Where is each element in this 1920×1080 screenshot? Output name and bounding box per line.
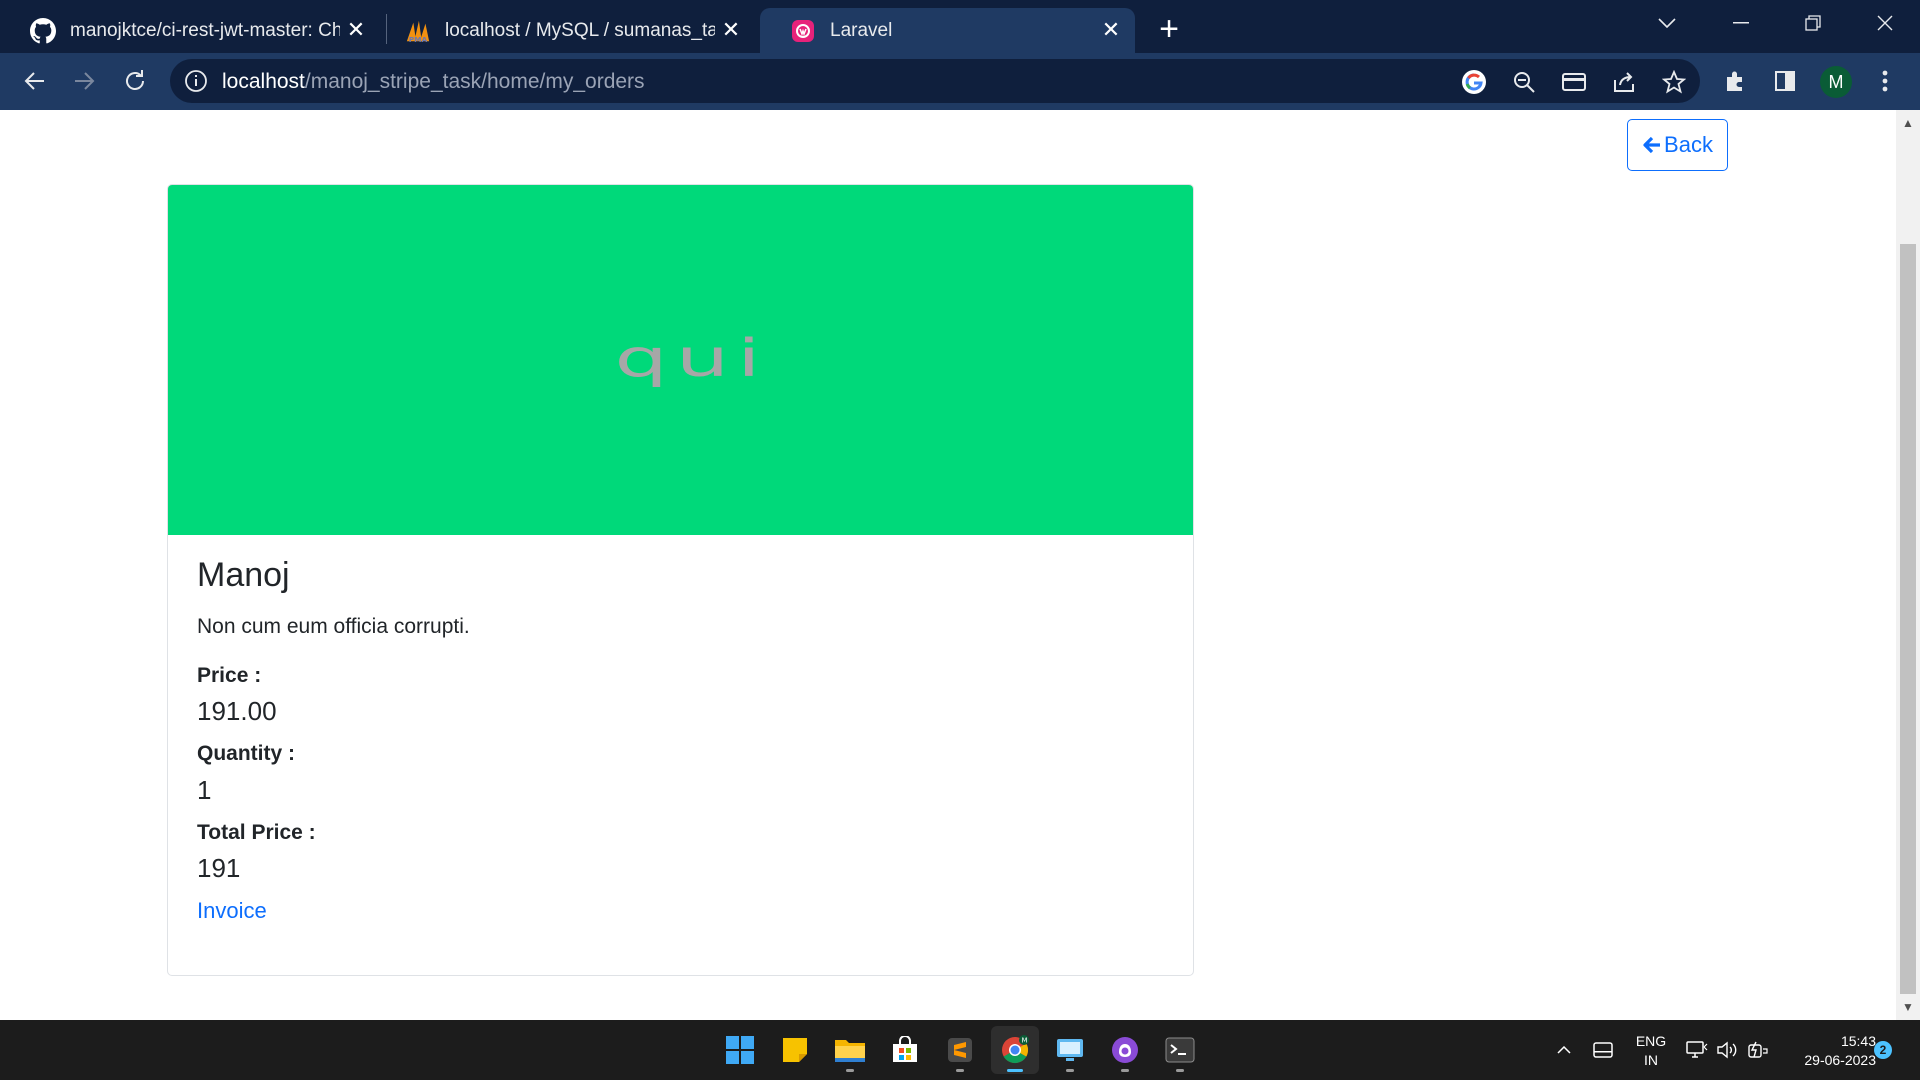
file-explorer-icon[interactable] (826, 1026, 874, 1074)
card-title: Manoj (197, 556, 290, 594)
notification-badge[interactable]: 2 (1874, 1041, 1892, 1059)
github-desktop-icon[interactable] (1101, 1026, 1149, 1074)
site-info-icon[interactable] (184, 69, 208, 93)
card-body: Manoj Non cum eum officia corrupti. Pric… (197, 555, 1157, 924)
running-indicator (1176, 1069, 1184, 1072)
arrow-left-icon (1643, 136, 1661, 154)
price-value: 191.00 (197, 696, 277, 727)
tab-close-button[interactable]: ✕ (719, 17, 743, 42)
quantity-value: 1 (197, 774, 212, 805)
tab-github[interactable]: manojktce/ci-rest-jwt-master: Ch ✕ (0, 8, 380, 53)
running-indicator (956, 1069, 964, 1072)
close-window-button[interactable] (1850, 0, 1920, 46)
tab-label: Laravel (830, 19, 893, 41)
quantity-label: Quantity : (197, 742, 295, 766)
minimize-button[interactable] (1706, 0, 1776, 46)
browser-toolbar: localhost/manoj_stripe_task/home/my_orde… (0, 53, 1920, 110)
language-indicator[interactable]: ENG IN (1633, 1032, 1669, 1070)
clock-time: 15:43 (1840, 1033, 1876, 1049)
product-image: qui (168, 185, 1193, 535)
svg-text:PMA: PMA (409, 35, 428, 44)
network-icon[interactable] (1684, 1020, 1710, 1080)
show-hidden-icons-chevron-icon[interactable] (1552, 1020, 1576, 1080)
language-region: IN (1644, 1052, 1658, 1068)
restore-button[interactable] (1778, 0, 1848, 46)
address-bar[interactable]: localhost/manoj_stripe_task/home/my_orde… (170, 59, 1700, 103)
running-indicator (1066, 1069, 1074, 1072)
browser-tab-strip: manojktce/ci-rest-jwt-master: Ch ✕ PMA l… (0, 0, 1920, 53)
scroll-up-arrow-icon[interactable]: ▲ (1901, 116, 1915, 130)
clock-date: 29-06-2023 (1804, 1052, 1876, 1068)
total-price-value: 191 (197, 852, 241, 883)
running-indicator (1121, 1069, 1129, 1072)
share-icon[interactable] (1610, 68, 1638, 96)
side-panel-icon[interactable] (1770, 66, 1800, 96)
profile-avatar[interactable]: M (1820, 66, 1852, 98)
tab-label: localhost / MySQL / sumanas_tas (445, 19, 715, 41)
windows-start-icon[interactable] (716, 1026, 764, 1074)
sticky-notes-icon[interactable] (771, 1026, 819, 1074)
url-text: localhost/manoj_stripe_task/home/my_orde… (222, 70, 645, 94)
new-tab-button[interactable]: + (1152, 10, 1186, 48)
back-button-label: Back (1664, 132, 1713, 157)
page-scrollbar[interactable]: ▲ ▼ (1896, 110, 1920, 1020)
windows-taskbar: M ENG IN 15:43 29-06-2023 2 (0, 1020, 1920, 1080)
laravel-icon (790, 18, 816, 44)
sublime-text-icon[interactable] (936, 1026, 984, 1074)
card-description: Non cum eum officia corrupti. (197, 614, 470, 638)
more-menu-icon[interactable] (1870, 66, 1900, 96)
reload-icon[interactable] (117, 63, 153, 99)
remote-desktop-icon[interactable] (1046, 1026, 1094, 1074)
scroll-down-arrow-icon[interactable]: ▼ (1901, 1000, 1915, 1014)
chrome-icon[interactable]: M (991, 1026, 1039, 1074)
url-host: localhost (222, 70, 305, 93)
url-path: /manoj_stripe_task/home/my_orders (304, 70, 645, 93)
product-image-text: qui (614, 327, 769, 389)
page-viewport: Back qui Manoj Non cum eum officia corru… (0, 110, 1896, 1020)
tab-close-button[interactable]: ✕ (1099, 17, 1123, 42)
terminal-icon[interactable] (1156, 1026, 1204, 1074)
card-payment-icon[interactable] (1560, 68, 1588, 96)
tab-laravel[interactable]: Laravel ✕ (760, 8, 1135, 53)
active-indicator (1007, 1069, 1023, 1072)
scrollbar-thumb[interactable] (1900, 244, 1916, 994)
tab-close-button[interactable]: ✕ (344, 17, 368, 42)
volume-icon[interactable] (1714, 1020, 1740, 1080)
github-icon (30, 17, 56, 44)
total-price-label: Total Price : (197, 820, 316, 844)
bookmark-star-icon[interactable] (1660, 68, 1688, 96)
microsoft-store-icon[interactable] (881, 1026, 929, 1074)
battery-charging-icon[interactable] (1744, 1020, 1770, 1080)
order-card: qui Manoj Non cum eum officia corrupti. … (167, 184, 1194, 976)
tab-phpmyadmin[interactable]: PMA localhost / MySQL / sumanas_tas ✕ (375, 8, 755, 53)
svg-text:M: M (1022, 1037, 1028, 1045)
system-clock[interactable]: 15:43 29-06-2023 (1780, 1032, 1876, 1070)
forward-arrow-icon[interactable] (66, 63, 102, 99)
phpmyadmin-icon: PMA (405, 18, 431, 44)
touch-keyboard-icon[interactable] (1590, 1020, 1616, 1080)
extensions-puzzle-icon[interactable] (1720, 66, 1750, 96)
tab-label: manojktce/ci-rest-jwt-master: Ch (70, 19, 340, 41)
invoice-link[interactable]: Invoice (197, 898, 267, 924)
price-label: Price : (197, 663, 262, 687)
tab-search-chevron-icon[interactable] (1632, 0, 1702, 46)
google-lens-icon[interactable] (1460, 68, 1488, 96)
zoom-icon[interactable] (1510, 68, 1538, 96)
language-code: ENG (1635, 1033, 1667, 1049)
back-button[interactable]: Back (1627, 119, 1728, 171)
back-arrow-icon[interactable] (17, 63, 53, 99)
running-indicator (846, 1069, 854, 1072)
